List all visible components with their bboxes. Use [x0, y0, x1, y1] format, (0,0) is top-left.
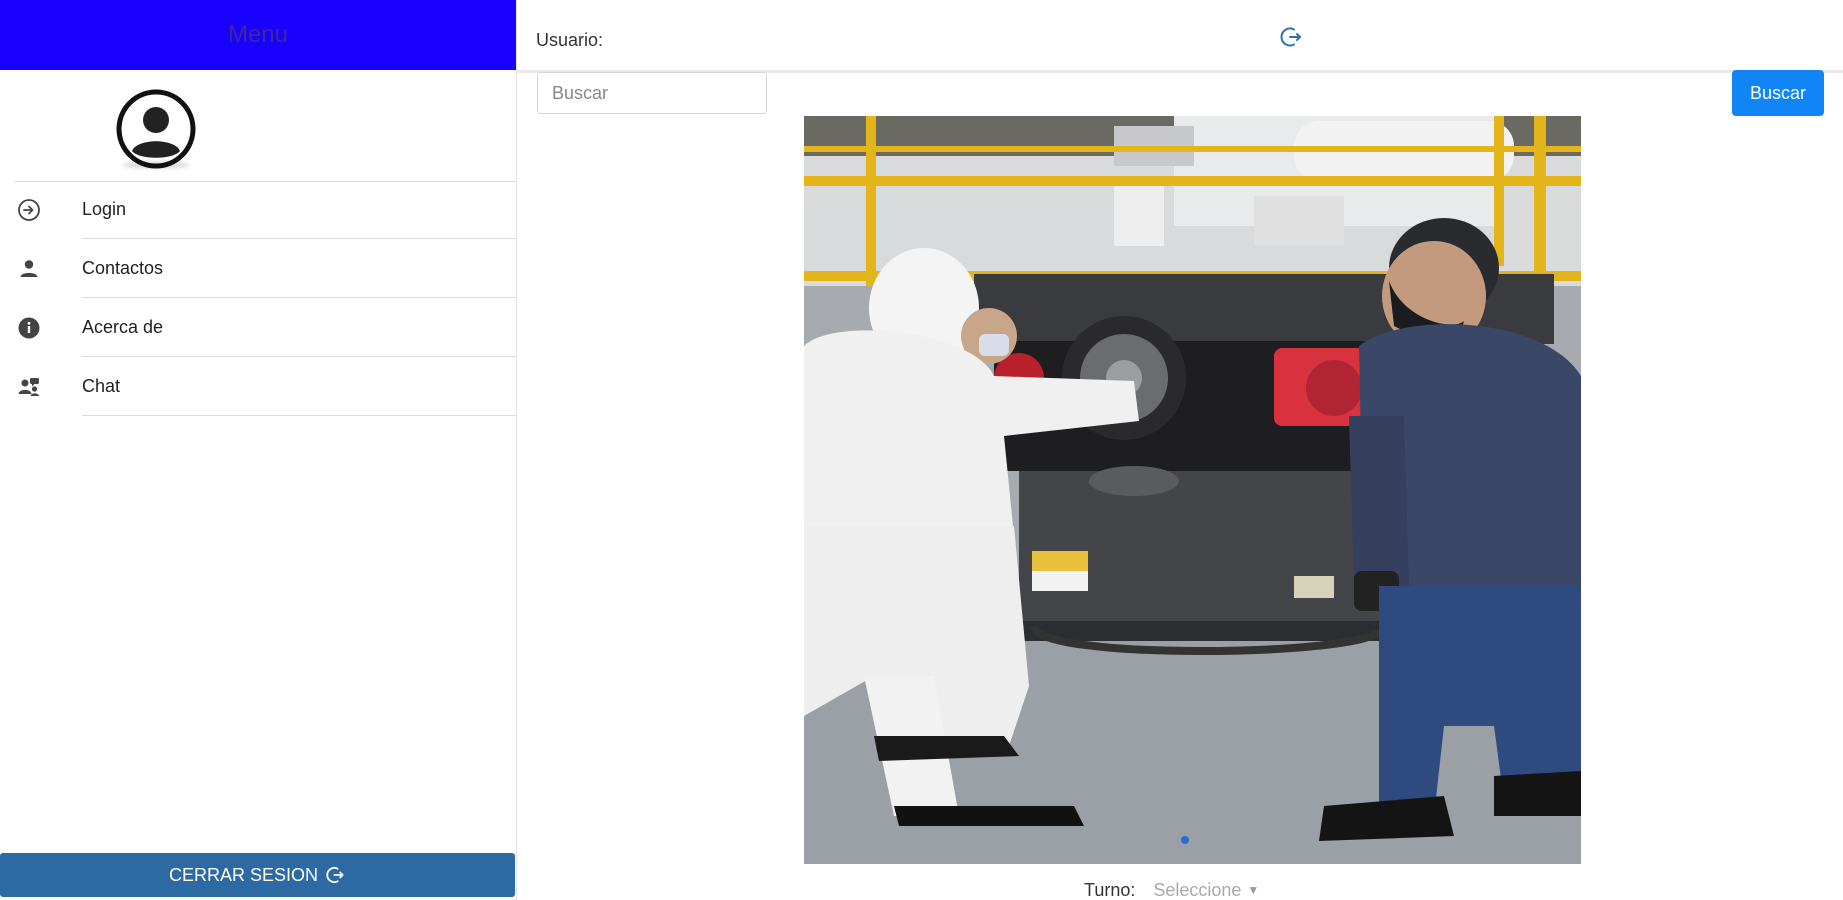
carousel-indicator[interactable]	[1181, 836, 1189, 844]
sidebar-title: Menu	[227, 21, 289, 48]
user-label: Usuario:	[536, 30, 604, 50]
search-input[interactable]	[537, 72, 767, 114]
top-bar: Usuario:	[517, 0, 1843, 73]
logout-icon	[326, 867, 344, 883]
sidebar-item-label: Login	[82, 199, 127, 219]
turno-select[interactable]: Seleccione ▼	[1153, 880, 1259, 900]
sidebar-item-label: Chat	[82, 376, 121, 396]
account-circle-icon	[115, 88, 197, 170]
search-button[interactable]: Buscar	[1732, 70, 1824, 116]
turno-label: Turno:	[1084, 879, 1136, 900]
turno-field: Turno: Seleccione ▼	[1084, 880, 1259, 900]
sidebar-item-login[interactable]: Login	[0, 180, 516, 239]
sidebar-item-contactos[interactable]: Contactos	[0, 239, 516, 298]
sidebar-header: Menu	[0, 0, 516, 70]
sidebar-item-label: Acerca de	[82, 317, 164, 337]
avatar-shadow	[122, 162, 190, 168]
chat-users-icon	[16, 374, 42, 400]
logout-button[interactable]: CERRAR SESION	[0, 853, 515, 897]
turno-select-value: Seleccione	[1153, 879, 1242, 900]
sidebar-item-acerca-de[interactable]: Acerca de	[0, 298, 516, 357]
image-carousel[interactable]	[804, 116, 1581, 864]
logout-icon[interactable]	[1280, 25, 1304, 49]
chevron-down-icon: ▼	[1247, 883, 1260, 897]
logout-button-label: CERRAR SESION	[168, 864, 319, 885]
sidebar-menu: Login Contactos Acerca de Chat	[0, 180, 516, 416]
info-icon	[16, 315, 42, 341]
carousel-image	[804, 116, 1581, 864]
app-root: Menu Login Contactos Acerca de Chat CERR…	[0, 0, 1843, 900]
sidebar: Menu Login Contactos Acerca de Chat CERR…	[0, 0, 517, 900]
sidebar-item-chat[interactable]: Chat	[0, 357, 516, 416]
sidebar-item-label: Contactos	[82, 258, 164, 278]
person-icon	[16, 256, 42, 282]
login-icon	[16, 197, 42, 223]
